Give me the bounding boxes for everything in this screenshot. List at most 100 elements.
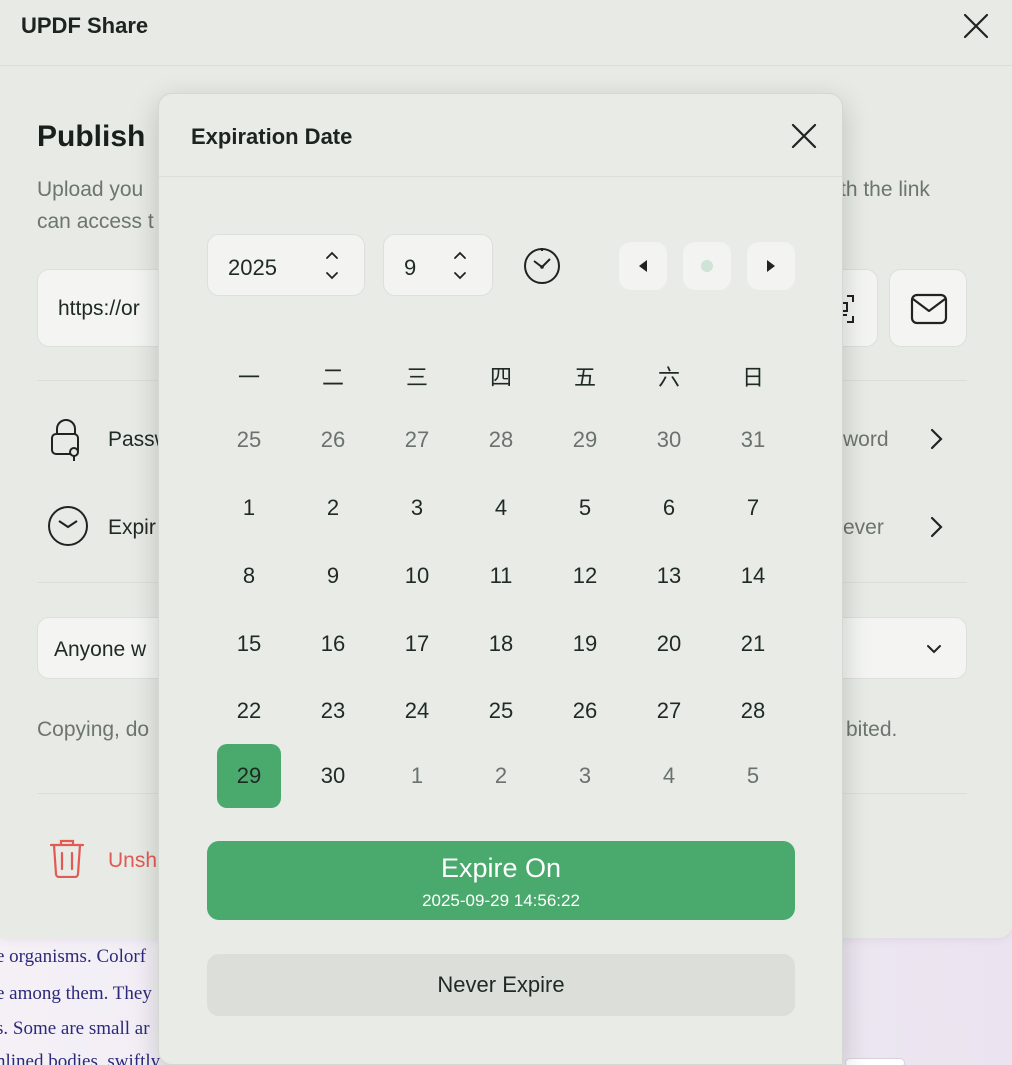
chevron-up-icon[interactable] bbox=[325, 251, 339, 260]
calendar-day[interactable]: 16 bbox=[301, 612, 365, 676]
weekday-header: 五 bbox=[573, 366, 596, 391]
clock-icon bbox=[47, 505, 89, 547]
dialog-divider bbox=[159, 176, 842, 177]
weekday-header: 二 bbox=[321, 366, 344, 391]
calendar-day[interactable]: 4 bbox=[469, 476, 533, 540]
lock-icon bbox=[48, 416, 84, 462]
calendar-day[interactable]: 30 bbox=[301, 744, 365, 808]
calendar-day[interactable]: 1 bbox=[217, 476, 281, 540]
calendar-day-other-month[interactable]: 3 bbox=[553, 744, 617, 808]
doc-text-line: e among them. They bbox=[0, 983, 152, 1004]
weekday-header: 四 bbox=[489, 366, 512, 391]
chevron-down-icon[interactable] bbox=[325, 271, 339, 280]
calendar-day[interactable]: 6 bbox=[637, 476, 701, 540]
restriction-text-tail: bited. bbox=[846, 718, 898, 741]
mail-icon bbox=[910, 293, 948, 325]
close-dialog-button[interactable] bbox=[789, 121, 819, 151]
close-icon bbox=[963, 13, 989, 39]
doc-text-line: e organisms. Colorf bbox=[0, 946, 147, 967]
chevron-down-icon[interactable] bbox=[453, 271, 467, 280]
close-window-button[interactable] bbox=[960, 10, 992, 42]
next-month-button[interactable] bbox=[747, 242, 795, 290]
access-permission-value: Anyone w bbox=[54, 638, 147, 661]
restriction-text: Copying, do bbox=[37, 718, 150, 741]
doc-text-line: nlined bodies, swiftly bbox=[0, 1051, 161, 1065]
never-expire-button[interactable]: Never Expire bbox=[207, 954, 795, 1016]
password-value: word bbox=[843, 428, 889, 451]
calendar-day-other-month[interactable]: 4 bbox=[637, 744, 701, 808]
previous-month-button[interactable] bbox=[619, 242, 667, 290]
calendar-day-other-month[interactable]: 26 bbox=[301, 408, 365, 472]
calendar-day-other-month[interactable]: 30 bbox=[637, 408, 701, 472]
calendar-day-other-month[interactable]: 31 bbox=[721, 408, 785, 472]
calendar-day-selected[interactable]: 29 bbox=[217, 744, 281, 808]
chevron-up-icon[interactable] bbox=[453, 251, 467, 260]
expiration-date-dialog: Expiration Date 2025 9 一 二 三 四 五 六 日 25 … bbox=[158, 93, 843, 1065]
trash-icon[interactable] bbox=[48, 836, 86, 879]
calendar-day-other-month[interactable]: 2 bbox=[469, 744, 533, 808]
calendar-day[interactable]: 22 bbox=[217, 679, 281, 743]
weekday-header: 三 bbox=[405, 366, 428, 391]
expire-on-datetime: 2025-09-29 14:56:22 bbox=[422, 891, 580, 910]
calendar-day-other-month[interactable]: 25 bbox=[217, 408, 281, 472]
year-spinner[interactable]: 2025 bbox=[207, 234, 365, 296]
weekday-header: 六 bbox=[657, 366, 680, 391]
calendar-day[interactable]: 15 bbox=[217, 612, 281, 676]
calendar-day[interactable]: 3 bbox=[385, 476, 449, 540]
password-chevron-icon[interactable] bbox=[928, 426, 946, 452]
calendar-day[interactable]: 18 bbox=[469, 612, 533, 676]
email-share-button[interactable] bbox=[889, 269, 967, 347]
calendar-day-other-month[interactable]: 29 bbox=[553, 408, 617, 472]
app-title: UPDF Share bbox=[21, 13, 149, 38]
calendar-day-other-month[interactable]: 28 bbox=[469, 408, 533, 472]
calendar-day[interactable]: 9 bbox=[301, 544, 365, 608]
calendar-day[interactable]: 11 bbox=[469, 544, 533, 608]
calendar-day[interactable]: 8 bbox=[217, 544, 281, 608]
month-value: 9 bbox=[404, 255, 417, 280]
calendar-day[interactable]: 12 bbox=[553, 544, 617, 608]
calendar-day[interactable]: 19 bbox=[553, 612, 617, 676]
calendar-day[interactable]: 21 bbox=[721, 612, 785, 676]
caret-left-icon bbox=[639, 260, 647, 272]
today-button[interactable] bbox=[683, 242, 731, 290]
expire-on-label: Expire On bbox=[440, 853, 562, 883]
calendar-day[interactable]: 2 bbox=[301, 476, 365, 540]
month-spinner[interactable]: 9 bbox=[383, 234, 493, 296]
weekday-header: 日 bbox=[741, 366, 764, 391]
unshare-button[interactable]: Unsh bbox=[108, 849, 157, 873]
calendar-day[interactable]: 27 bbox=[637, 679, 701, 743]
year-value: 2025 bbox=[228, 255, 277, 280]
calendar-day[interactable]: 26 bbox=[553, 679, 617, 743]
publish-description-line2: can access t bbox=[37, 210, 154, 233]
close-icon bbox=[791, 123, 817, 149]
doc-scrollbar[interactable] bbox=[845, 1058, 905, 1065]
expiration-label: Expir bbox=[108, 516, 156, 539]
share-link-text: https://or bbox=[58, 297, 140, 320]
calendar-day[interactable]: 7 bbox=[721, 476, 785, 540]
calendar-day[interactable]: 20 bbox=[637, 612, 701, 676]
calendar-day-other-month[interactable]: 5 bbox=[721, 744, 785, 808]
calendar-day[interactable]: 17 bbox=[385, 612, 449, 676]
calendar-day-other-month[interactable]: 1 bbox=[385, 744, 449, 808]
calendar-day[interactable]: 10 bbox=[385, 544, 449, 608]
doc-text-line: s. Some are small ar bbox=[0, 1018, 150, 1039]
expire-on-button[interactable]: Expire On 2025-09-29 14:56:22 bbox=[207, 841, 795, 920]
time-picker-button[interactable] bbox=[522, 245, 562, 285]
dot-icon bbox=[701, 260, 713, 272]
dialog-title: Expiration Date bbox=[191, 124, 353, 149]
calendar-day[interactable]: 5 bbox=[553, 476, 617, 540]
weekday-header: 一 bbox=[237, 366, 260, 391]
calendar-day[interactable]: 23 bbox=[301, 679, 365, 743]
calendar-day[interactable]: 25 bbox=[469, 679, 533, 743]
calendar-day[interactable]: 14 bbox=[721, 544, 785, 608]
publish-description-tail: th the link bbox=[840, 178, 930, 201]
publish-title: Publish bbox=[37, 120, 146, 153]
publish-description: Upload you bbox=[37, 178, 144, 201]
calendar-day[interactable]: 28 bbox=[721, 679, 785, 743]
calendar-day[interactable]: 24 bbox=[385, 679, 449, 743]
calendar-day[interactable]: 13 bbox=[637, 544, 701, 608]
clock-icon bbox=[524, 248, 560, 284]
chevron-down-icon bbox=[927, 645, 941, 654]
expiration-chevron-icon[interactable] bbox=[928, 514, 946, 540]
calendar-day-other-month[interactable]: 27 bbox=[385, 408, 449, 472]
